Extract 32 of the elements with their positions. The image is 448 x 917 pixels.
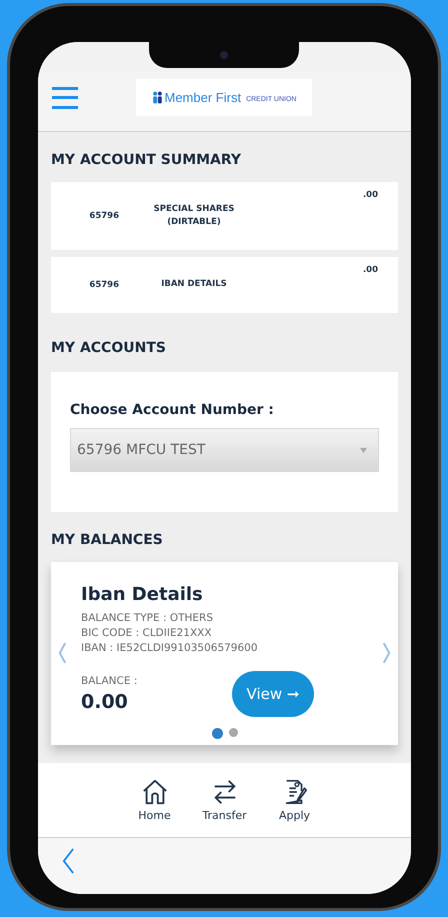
balance-value: 0.00 — [81, 691, 129, 713]
section-title: MY BALANCES — [51, 532, 164, 548]
carousel-dot[interactable] — [228, 728, 238, 737]
balance-label: BALANCE : — [81, 675, 138, 687]
chevron-right-icon[interactable] — [382, 642, 391, 664]
nav-item[interactable]: Transfer — [200, 778, 248, 822]
detail-text: BIC CODE : CLDIIE21XXX — [81, 627, 213, 639]
account-summary-row[interactable]: 65796 IBAN DETAILS .00 — [51, 257, 398, 313]
chevron-left-icon[interactable] — [58, 642, 67, 664]
account-select[interactable]: 65796 MFCU TEST — [70, 428, 379, 472]
account-number: 65796 — [88, 211, 119, 221]
detail-text: BALANCE TYPE : OTHERS — [81, 612, 214, 624]
account-name: SPECIAL SHARES (DIRTABLE) — [152, 202, 236, 229]
account-summary-row[interactable]: 65796 SPECIAL SHARES (DIRTABLE) .00 — [51, 182, 398, 250]
nav-item[interactable]: Apply — [270, 778, 318, 822]
carousel-dot[interactable] — [212, 728, 222, 739]
section-title: MY ACCOUNT SUMMARY — [51, 152, 242, 168]
menu-icon[interactable] — [52, 86, 78, 108]
account-amount: .00 — [362, 265, 378, 275]
account-name: IBAN DETAILS — [160, 278, 228, 292]
people-icon — [152, 91, 162, 104]
account-number: 65796 — [88, 280, 119, 290]
back-icon[interactable] — [62, 847, 75, 875]
detail-text: IBAN : IE52CLDI99103506579600 — [81, 642, 259, 654]
caret-icon — [359, 446, 368, 454]
section-title: MY ACCOUNTS — [51, 340, 167, 356]
logo-name: Member First — [164, 90, 242, 105]
field-label: Choose Account Number : — [70, 402, 275, 418]
card-title: Iban Details — [81, 584, 204, 605]
home-icon — [140, 778, 168, 806]
nav-item[interactable]: Home — [130, 778, 178, 822]
account-amount: .00 — [362, 190, 378, 200]
